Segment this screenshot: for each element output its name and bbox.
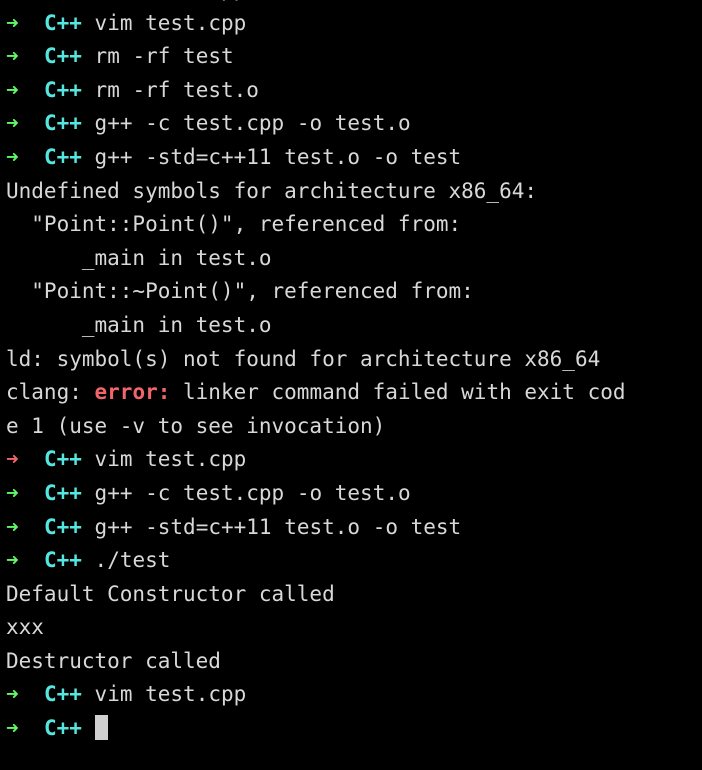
terminal-window[interactable]: ➜ C++ vim test.cpp➜ C++ vim test.cpp➜ C+…: [0, 0, 702, 770]
prompt-gap: [82, 44, 95, 68]
terminal-command: g++ -c test.cpp -o test.o: [94, 480, 411, 505]
prompt-cwd: C++: [43, 548, 82, 573]
prompt-cwd: C++: [43, 447, 82, 472]
terminal-output-text: _main in test.o: [6, 312, 272, 337]
prompt-gap: [19, 145, 44, 169]
terminal-output-line: "Point::~Point()", referenced from:: [0, 275, 702, 309]
terminal-command: g++ -c test.cpp -o test.o: [94, 111, 411, 136]
terminal-line-partial-scrolled: ➜ C++ vim test.cpp: [0, 0, 702, 7]
prompt-gap: [19, 44, 44, 68]
prompt-arrow-icon: ➜: [6, 144, 19, 169]
terminal-prompt-line: ➜ C++ vim test.cpp: [0, 7, 702, 41]
terminal-output-text: Undefined symbols for architecture x86_6…: [6, 178, 538, 203]
prompt-cwd: C++: [43, 682, 82, 707]
prompt-cwd: C++: [43, 144, 82, 169]
terminal-output-text: "Point::~Point()", referenced from:: [6, 279, 474, 304]
prompt-gap: [19, 716, 44, 740]
prompt-gap: [82, 447, 95, 471]
terminal-prompt-line: ➜ C++ g++ -c test.cpp -o test.o: [0, 107, 702, 141]
terminal-output-text: Default Constructor called: [6, 581, 335, 606]
prompt-cwd: C++: [43, 111, 82, 136]
prompt-gap: [19, 548, 44, 572]
prompt-gap: [82, 145, 95, 169]
terminal-output-line: Undefined symbols for architecture x86_6…: [0, 175, 702, 209]
prompt-arrow-icon: ➜: [6, 0, 19, 1]
prompt-cwd: C++: [43, 514, 82, 539]
terminal-active-input-line[interactable]: ➜ C++: [0, 712, 702, 746]
prompt-gap: [19, 682, 44, 706]
terminal-output-line: Default Constructor called: [0, 578, 702, 612]
terminal-output-error-line: clang: error: linker command failed with…: [0, 376, 702, 410]
terminal-screen-buffer: ➜ C++ vim test.cpp➜ C++ vim test.cpp➜ C+…: [0, 0, 702, 746]
prompt-arrow-icon: ➜: [6, 44, 19, 69]
prompt-arrow-icon: ➜: [6, 111, 19, 136]
terminal-prompt-line: ➜ C++ vim test.cpp: [0, 678, 702, 712]
prompt-gap: [19, 11, 44, 35]
error-message: linker command failed with exit cod: [170, 380, 626, 405]
prompt-gap: [82, 78, 95, 102]
prompt-gap: [82, 11, 95, 35]
terminal-command: rm -rf test.o: [94, 77, 259, 102]
terminal-output-text: Destructor called: [6, 648, 221, 673]
prompt-gap: [82, 111, 95, 135]
terminal-output-text: "Point::Point()", referenced from:: [6, 212, 462, 237]
terminal-prompt-line: ➜ C++ rm -rf test.o: [0, 74, 702, 108]
prompt-cwd: C++: [43, 77, 82, 102]
prompt-arrow-icon: ➜: [6, 514, 19, 539]
terminal-command: vim test.cpp: [94, 447, 247, 472]
prompt-cwd: C++: [44, 0, 82, 1]
prompt-cwd: C++: [43, 10, 82, 35]
prompt-gap: [82, 515, 95, 539]
terminal-output-text: e 1 (use -v to see invocation): [6, 413, 386, 438]
prompt-gap: [19, 111, 44, 135]
terminal-command: ./test: [94, 548, 171, 573]
terminal-prompt-line: ➜ C++ ./test: [0, 544, 702, 578]
terminal-command: g++ -std=c++11 test.o -o test: [94, 144, 462, 169]
terminal-command: g++ -std=c++11 test.o -o test: [94, 514, 462, 539]
terminal-output-text: ld: symbol(s) not found for architecture…: [6, 346, 601, 371]
text-cursor[interactable]: [94, 715, 108, 741]
terminal-output-line: "Point::Point()", referenced from:: [0, 208, 702, 242]
prompt-cwd: C++: [43, 44, 82, 69]
prompt-gap: [19, 78, 44, 102]
prompt-arrow-icon: ➜: [6, 716, 19, 741]
prompt-arrow-icon: ➜: [6, 682, 19, 707]
prompt-gap: [19, 515, 44, 539]
prompt-arrow-icon: ➜: [6, 548, 19, 573]
prompt-arrow-icon: ➜: [6, 480, 19, 505]
prompt-gap: [82, 481, 95, 505]
terminal-command: vim test.cpp: [94, 682, 247, 707]
terminal-command: vim test.cpp: [95, 0, 247, 1]
terminal-prompt-line: ➜ C++ g++ -std=c++11 test.o -o test: [0, 141, 702, 175]
terminal-output-line: _main in test.o: [0, 309, 702, 343]
prompt-arrow-fail-icon: ➜: [6, 447, 19, 472]
terminal-prompt-line: ➜ C++ g++ -c test.cpp -o test.o: [0, 477, 702, 511]
prompt-gap: [19, 481, 44, 505]
terminal-command: rm -rf test: [94, 44, 234, 69]
prompt-arrow-icon: ➜: [6, 77, 19, 102]
terminal-output-line: ld: symbol(s) not found for architecture…: [0, 343, 702, 377]
prompt-arrow-icon: ➜: [6, 10, 19, 35]
prompt-cwd: C++: [43, 480, 82, 505]
terminal-output-text: _main in test.o: [6, 245, 272, 270]
error-keyword: error:: [94, 380, 171, 405]
prompt-cwd: C++: [43, 716, 82, 741]
terminal-prompt-line: ➜ C++ g++ -std=c++11 test.o -o test: [0, 511, 702, 545]
terminal-output-line: e 1 (use -v to see invocation): [0, 410, 702, 444]
prompt-gap: [82, 682, 95, 706]
terminal-output-line: _main in test.o: [0, 242, 702, 276]
terminal-output-line: xxx: [0, 611, 702, 645]
prompt-gap: [19, 447, 44, 471]
terminal-prompt-line: ➜ C++ rm -rf test: [0, 40, 702, 74]
prompt-gap: [82, 716, 95, 740]
prompt-gap: [82, 548, 95, 572]
terminal-output-line: Destructor called: [0, 645, 702, 679]
terminal-prompt-line: ➜ C++ vim test.cpp: [0, 443, 702, 477]
error-prefix: clang:: [6, 380, 95, 405]
terminal-command: vim test.cpp: [94, 10, 247, 35]
terminal-output-text: xxx: [6, 615, 44, 640]
